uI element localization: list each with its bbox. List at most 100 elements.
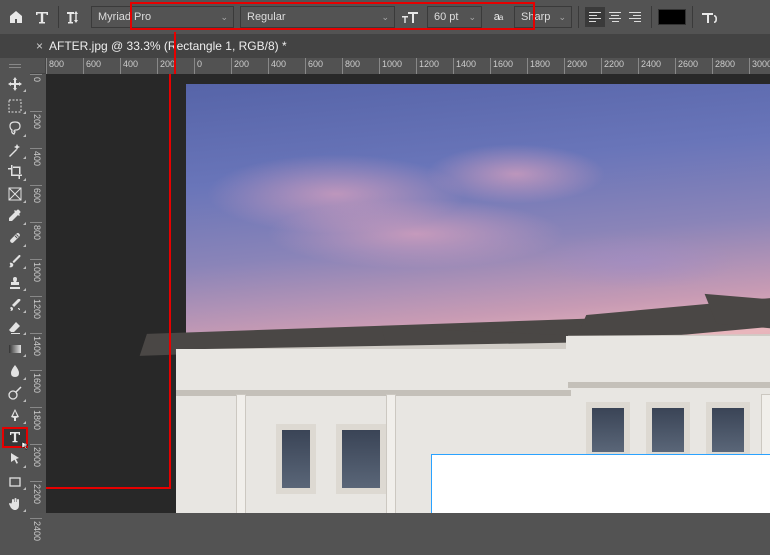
image-cloud <box>426 144 606 204</box>
workspace: 8006004002000200400600800100012001400160… <box>0 58 770 513</box>
ruler-tick: 1800 <box>30 407 42 444</box>
close-icon[interactable]: × <box>36 39 43 53</box>
pen-tool[interactable] <box>3 406 27 425</box>
ruler-tick: 2400 <box>638 58 675 74</box>
image-trim <box>568 382 770 388</box>
image-cloud <box>536 234 736 289</box>
ruler-tick: 400 <box>268 58 305 74</box>
frame-tool[interactable] <box>3 185 27 204</box>
panel-grip-icon[interactable] <box>6 62 24 69</box>
image-window <box>646 402 690 458</box>
chevron-down-icon: ⌄ <box>381 12 389 23</box>
canvas-viewport[interactable] <box>46 74 770 513</box>
ruler-tick: 2000 <box>30 444 42 481</box>
ruler-tick: 1800 <box>527 58 564 74</box>
align-right-button[interactable] <box>625 7 645 27</box>
ruler-tick: 600 <box>305 58 342 74</box>
separator <box>58 6 59 28</box>
ruler-tick: 3000 <box>749 58 770 74</box>
gradient-tool[interactable] <box>3 339 27 358</box>
ruler-tick: 200 <box>30 111 42 148</box>
font-style-dropdown[interactable]: Regular ⌄ <box>240 6 395 28</box>
document-tab-bar: × AFTER.jpg @ 33.3% (Rectangle 1, RGB/8)… <box>0 34 770 58</box>
ruler-tick: 1400 <box>453 58 490 74</box>
lasso-tool[interactable] <box>3 118 27 137</box>
ruler-vertical[interactable]: 0200400600800100012001400160018002000220… <box>30 74 46 513</box>
text-color-swatch[interactable] <box>658 9 686 25</box>
document-canvas <box>186 84 770 513</box>
antialias-dropdown[interactable]: Sharp ⌄ <box>514 6 572 28</box>
eyedropper-tool[interactable] <box>3 207 27 226</box>
ruler-tick: 1200 <box>416 58 453 74</box>
ruler-tick: 0 <box>30 74 42 111</box>
options-bar: Myriad Pro ⌄ Regular ⌄ 60 pt ⌄ aa Sharp … <box>0 0 770 34</box>
ruler-tick: 2200 <box>30 481 42 518</box>
rectangle-shape-tool[interactable] <box>3 472 27 491</box>
ruler-horizontal[interactable]: 8006004002000200400600800100012001400160… <box>46 58 770 74</box>
antialias-value: Sharp <box>521 11 550 23</box>
font-family-value: Myriad Pro <box>98 11 151 23</box>
ruler-tick: 200 <box>157 58 194 74</box>
font-style-value: Regular <box>247 11 286 23</box>
ruler-tick: 1200 <box>30 296 42 333</box>
move-tool[interactable] <box>3 74 27 93</box>
document-tab-title: AFTER.jpg @ 33.3% (Rectangle 1, RGB/8) * <box>49 39 287 53</box>
ruler-tick: 200 <box>231 58 268 74</box>
warp-text-icon[interactable] <box>699 7 719 27</box>
ruler-tick: 800 <box>342 58 379 74</box>
ruler-tick: 1000 <box>30 259 42 296</box>
antialias-icon: aa <box>488 7 508 27</box>
font-size-icon <box>401 7 421 27</box>
wand-tool[interactable] <box>3 141 27 160</box>
stamp-tool[interactable] <box>3 273 27 292</box>
rectangle-layer-selection[interactable] <box>431 454 770 513</box>
history-brush-tool[interactable] <box>3 295 27 314</box>
image-window <box>276 424 316 494</box>
hand-tool[interactable] <box>3 494 27 513</box>
ruler-tick: 600 <box>83 58 120 74</box>
ruler-tick: 2800 <box>712 58 749 74</box>
separator <box>578 6 579 28</box>
ruler-tick: 1600 <box>490 58 527 74</box>
path-select-tool[interactable] <box>3 450 27 469</box>
document-tab[interactable]: × AFTER.jpg @ 33.3% (Rectangle 1, RGB/8)… <box>36 39 287 53</box>
font-size-dropdown[interactable]: 60 pt ⌄ <box>427 6 482 28</box>
ruler-tick: 400 <box>120 58 157 74</box>
eraser-tool[interactable] <box>3 317 27 336</box>
image-window <box>586 402 630 458</box>
image-window <box>706 402 750 458</box>
ruler-tick: 1600 <box>30 370 42 407</box>
ruler-tick: 2600 <box>675 58 712 74</box>
text-orientation-icon[interactable] <box>65 7 85 27</box>
crop-tool[interactable] <box>3 163 27 182</box>
chevron-down-icon: ⌄ <box>220 12 228 23</box>
blur-tool[interactable] <box>3 361 27 380</box>
ruler-tick: 1400 <box>30 333 42 370</box>
chevron-down-icon: ⌄ <box>468 12 476 23</box>
type-tool[interactable] <box>3 428 27 447</box>
home-icon[interactable] <box>6 7 26 27</box>
font-family-dropdown[interactable]: Myriad Pro ⌄ <box>91 6 234 28</box>
ruler-tick: 2200 <box>601 58 638 74</box>
brush-tool[interactable] <box>3 251 27 270</box>
ruler-tick: 2000 <box>564 58 601 74</box>
tool-panel <box>0 58 30 513</box>
text-align-group <box>585 7 645 27</box>
healing-tool[interactable] <box>3 229 27 248</box>
ruler-tick: 0 <box>194 58 231 74</box>
separator <box>651 6 652 28</box>
ruler-tick: 800 <box>46 58 83 74</box>
ruler-origin[interactable] <box>30 58 46 74</box>
ruler-tick: 800 <box>30 222 42 259</box>
ruler-tick: 1000 <box>379 58 416 74</box>
dodge-tool[interactable] <box>3 384 27 403</box>
type-tool-icon <box>32 7 52 27</box>
ruler-area: 8006004002000200400600800100012001400160… <box>30 58 770 513</box>
image-window <box>336 424 386 494</box>
ruler-tick: 600 <box>30 185 42 222</box>
align-left-button[interactable] <box>585 7 605 27</box>
marquee-tool[interactable] <box>3 96 27 115</box>
chevron-down-icon: ⌄ <box>558 12 566 23</box>
align-center-button[interactable] <box>605 7 625 27</box>
ruler-tick: 400 <box>30 148 42 185</box>
